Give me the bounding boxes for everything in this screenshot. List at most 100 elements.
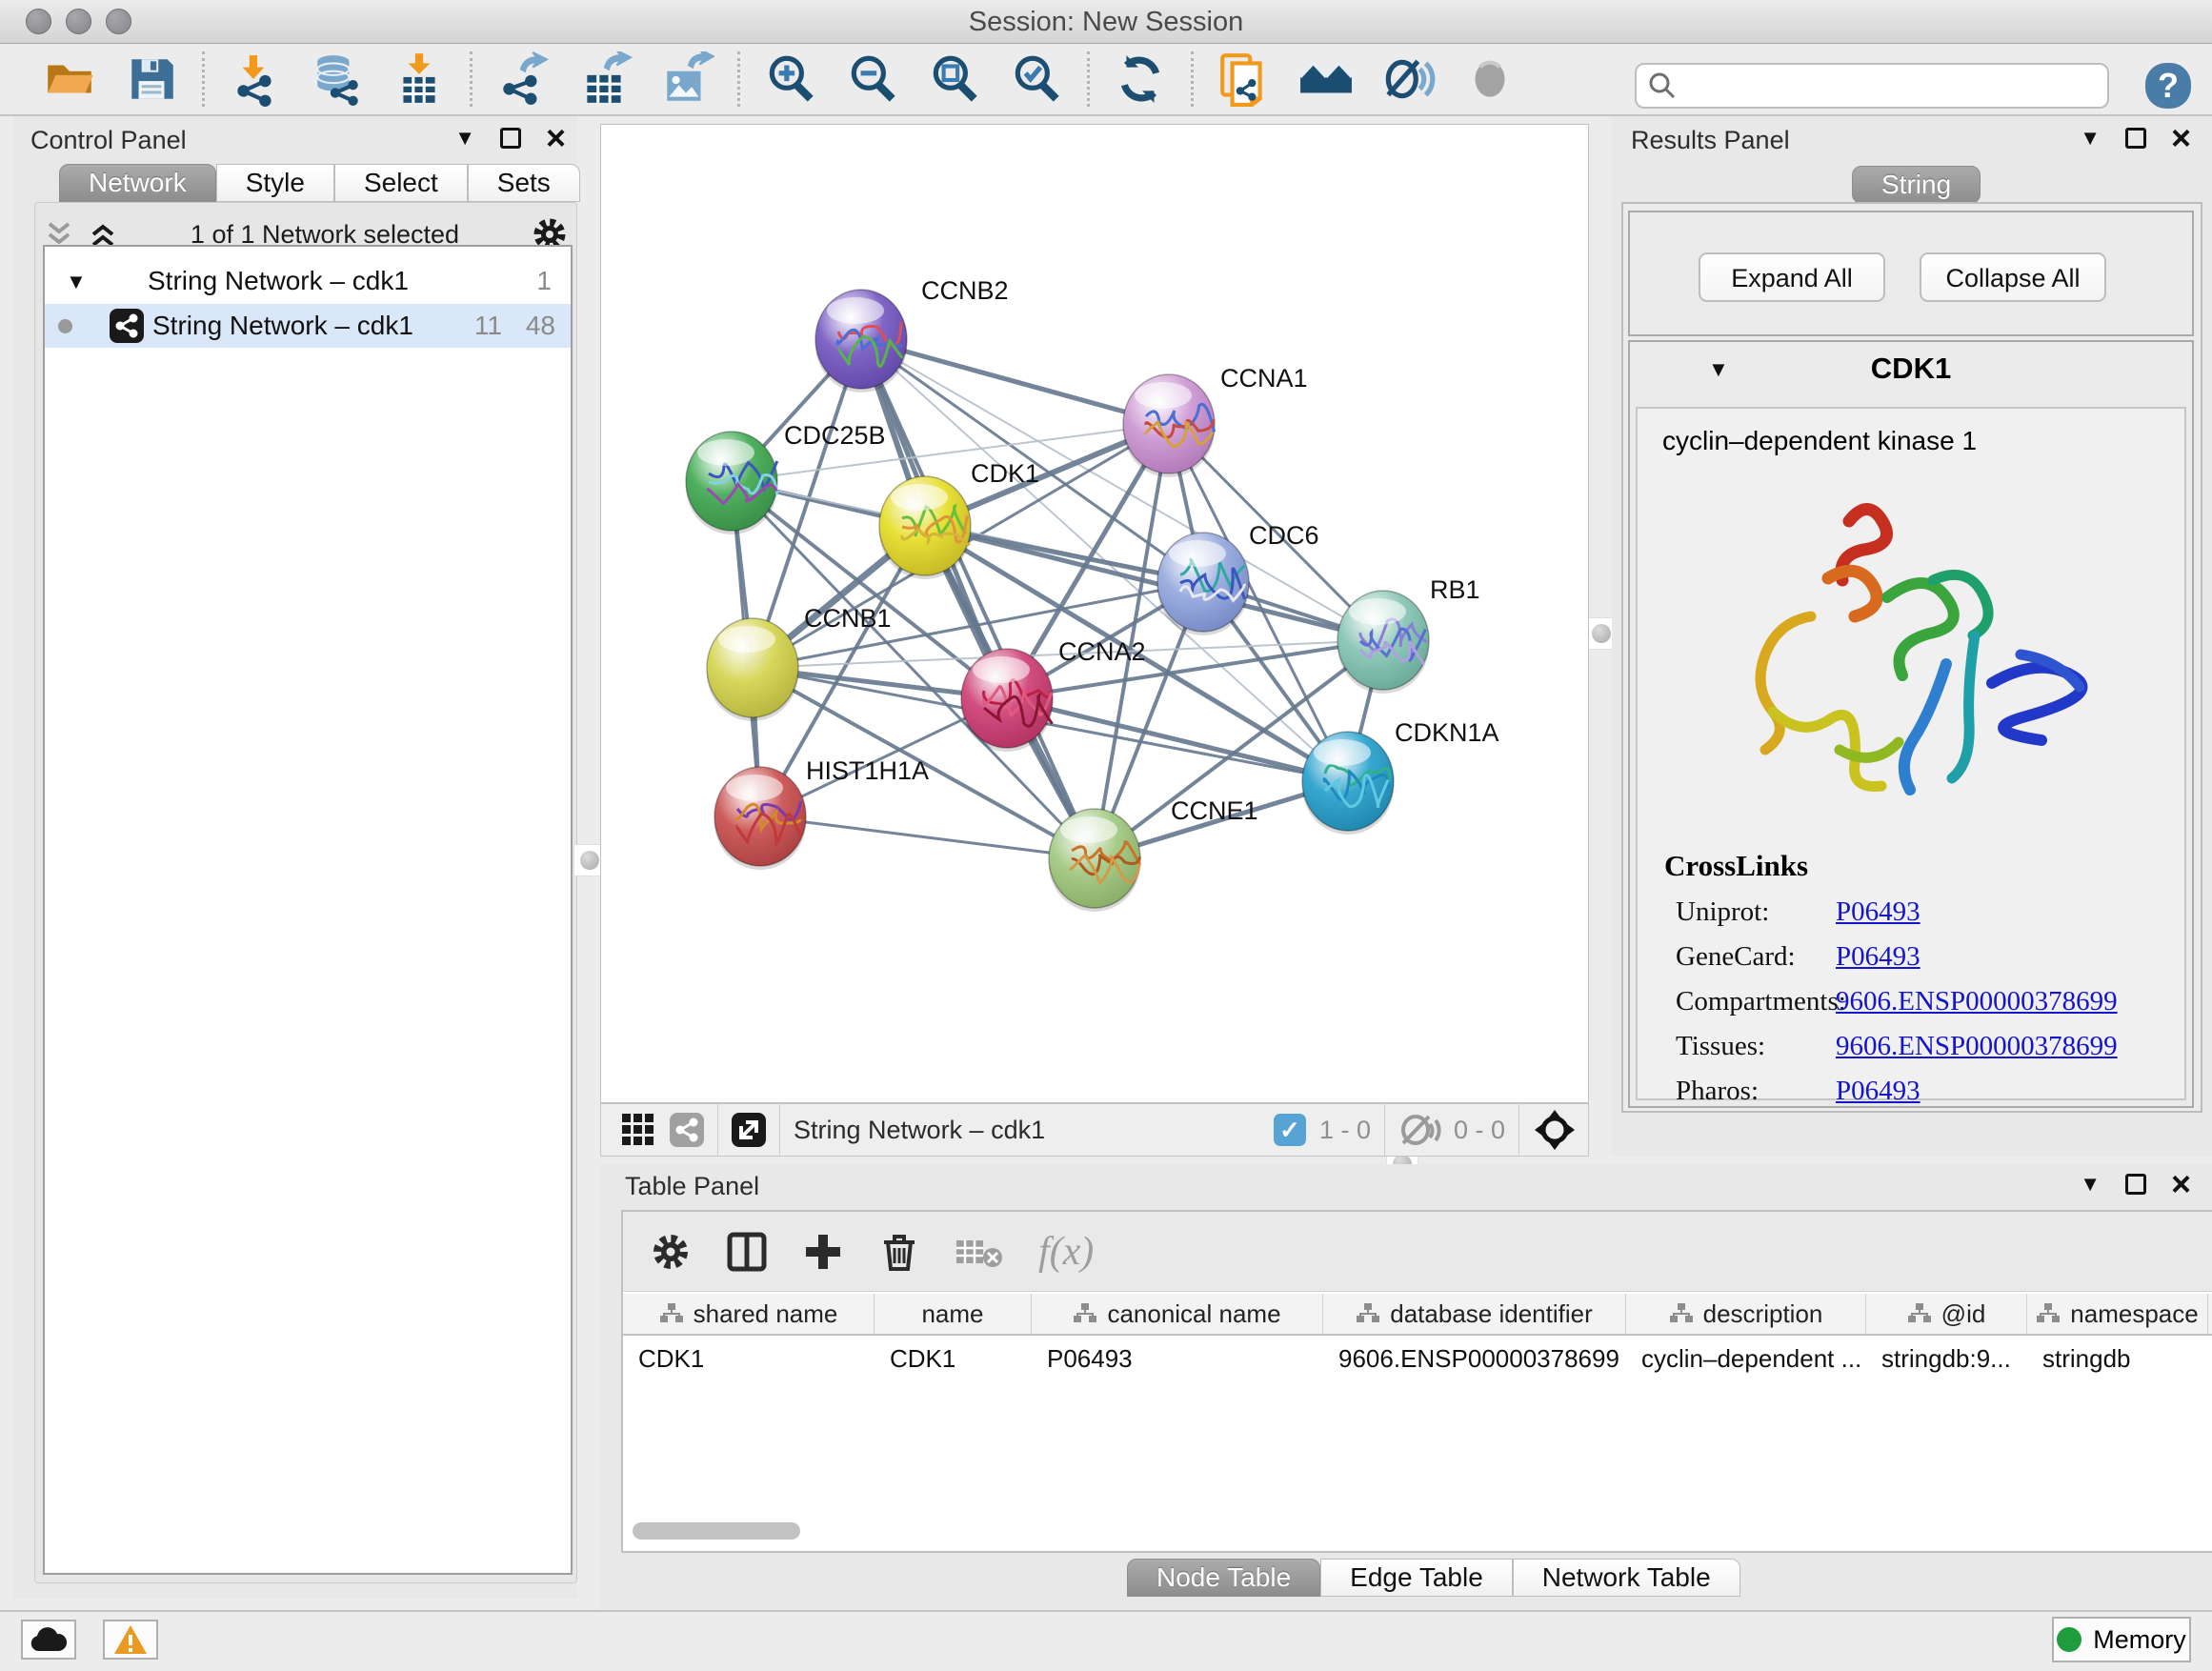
float-panel-icon[interactable] — [2125, 1174, 2146, 1195]
entry-name: CDK1 — [1630, 352, 2192, 386]
export-table-icon[interactable] — [577, 51, 633, 107]
export-network-icon[interactable] — [495, 51, 551, 107]
import-network-database-icon[interactable] — [310, 51, 365, 107]
zoom-out-icon[interactable] — [845, 51, 900, 107]
panel-menu-icon[interactable]: ▼ — [2080, 1172, 2101, 1197]
cloud-status-button[interactable] — [21, 1620, 76, 1660]
table-row[interactable]: CDK1CDK1P064939606.ENSP00000378699cyclin… — [623, 1338, 2212, 1379]
selected-checkbox-icon[interactable]: ✓ — [1274, 1114, 1306, 1146]
add-column-icon[interactable] — [802, 1231, 844, 1273]
detach-view-icon[interactable] — [732, 1113, 766, 1147]
tab-select[interactable]: Select — [334, 164, 468, 202]
memory-button[interactable]: Memory — [2052, 1617, 2191, 1662]
panel-menu-icon[interactable]: ▼ — [2080, 126, 2101, 151]
network-row-selected[interactable]: String Network – cdk1 11 48 — [45, 304, 571, 348]
close-panel-icon[interactable]: × — [546, 128, 566, 149]
float-panel-icon[interactable] — [500, 128, 521, 149]
column-header-database-identifier[interactable]: database identifier — [1323, 1294, 1626, 1334]
node-label-CCNA1: CCNA1 — [1220, 364, 1308, 393]
column-header-description[interactable]: description — [1626, 1294, 1866, 1334]
import-network-file-icon[interactable] — [228, 51, 283, 107]
tab-string[interactable]: String — [1852, 166, 1981, 204]
crosslink-link[interactable]: 9606.ENSP00000378699 — [1836, 1031, 2118, 1062]
zoom-selected-icon[interactable] — [1009, 51, 1064, 107]
table-cell[interactable]: 9606.ENSP00000378699 — [1323, 1338, 1626, 1379]
crosslink-link[interactable]: P06493 — [1836, 1076, 1920, 1107]
network-view-title: String Network – cdk1 — [794, 1116, 1045, 1145]
string-network-graph[interactable]: CCNB2CCNA1CDC25BCDK1CDC6RB1CCNB1CCNA2CDK… — [601, 125, 1588, 1102]
tab-sets[interactable]: Sets — [468, 164, 580, 202]
crosslink-link[interactable]: P06493 — [1836, 896, 1920, 928]
crosslink-link[interactable]: P06493 — [1836, 941, 1920, 973]
help-button[interactable]: ? — [2145, 63, 2191, 109]
show-eye-icon[interactable] — [1462, 51, 1518, 107]
hidden-eye-slash-icon[interactable] — [1398, 1113, 1442, 1147]
column-header-shared-name[interactable]: shared name — [623, 1294, 875, 1334]
edge-hist1h1a-ccne1[interactable] — [760, 816, 1095, 858]
zoom-fit-icon[interactable] — [927, 51, 982, 107]
collection-expander-icon[interactable]: ▼ — [66, 270, 87, 294]
node-label-CCNB1: CCNB1 — [804, 604, 892, 633]
tab-network-table[interactable]: Network Table — [1513, 1559, 1740, 1597]
table-cell[interactable]: stringdb — [2027, 1338, 2208, 1379]
string-home-icon[interactable] — [1298, 51, 1354, 107]
column-header-canonical-name[interactable]: canonical name — [1032, 1294, 1323, 1334]
hierarchy-icon — [1669, 1302, 1694, 1325]
refresh-layout-icon[interactable] — [1113, 51, 1168, 107]
tab-style[interactable]: Style — [216, 164, 334, 202]
float-panel-icon[interactable] — [2125, 128, 2146, 149]
export-image-icon[interactable] — [659, 51, 714, 107]
tab-network[interactable]: Network — [59, 164, 216, 202]
table-options-gear-icon[interactable] — [650, 1231, 692, 1273]
search-box[interactable] — [1635, 63, 2109, 109]
window-title: Session: New Session — [0, 7, 2212, 38]
node-CDK1[interactable]: CDK1 — [879, 459, 1039, 579]
network-collection-row[interactable]: ▼ String Network – cdk1 1 — [45, 266, 571, 304]
expand-all-button[interactable]: Expand All — [1699, 252, 1885, 302]
show-columns-icon[interactable] — [726, 1231, 768, 1273]
horizontal-scrollbar[interactable] — [633, 1522, 800, 1540]
column-header-namespace[interactable]: namespace — [2027, 1294, 2208, 1334]
delete-column-icon[interactable] — [878, 1231, 920, 1273]
search-input[interactable] — [1677, 67, 2107, 105]
node-HIST1H1A[interactable]: HIST1H1A — [714, 756, 929, 870]
copy-style-icon[interactable] — [1217, 51, 1272, 107]
table-cell[interactable]: stringdb:9... — [1866, 1338, 2027, 1379]
delete-table-icon[interactable] — [955, 1233, 1004, 1271]
node-label-CDKN1A: CDKN1A — [1395, 718, 1499, 747]
close-panel-icon[interactable]: × — [2171, 128, 2191, 149]
collapse-all-button[interactable]: Collapse All — [1920, 252, 2106, 302]
column-header-@id[interactable]: @id — [1866, 1294, 2027, 1334]
open-session-icon[interactable] — [42, 51, 97, 107]
hide-glasses-icon[interactable] — [1380, 51, 1436, 107]
function-builder-icon[interactable]: f(x) — [1038, 1229, 1094, 1275]
crosslink-link[interactable]: 9606.ENSP00000378699 — [1836, 986, 2118, 1017]
save-session-icon[interactable] — [124, 51, 179, 107]
node-CDKN1A[interactable]: CDKN1A — [1302, 718, 1499, 835]
protein-structure-image — [1706, 464, 2116, 845]
column-header-label: namespace — [2070, 1299, 2198, 1329]
node-CCNA1[interactable]: CCNA1 — [1123, 364, 1308, 477]
birds-eye-toggle-icon[interactable] — [1533, 1108, 1577, 1152]
view-grid-icon[interactable] — [620, 1112, 656, 1148]
table-cell[interactable]: cyclin–dependent ... — [1626, 1338, 1866, 1379]
table-cell[interactable]: CDK1 — [623, 1338, 875, 1379]
panel-menu-icon[interactable]: ▼ — [454, 126, 475, 151]
node-CDC25B[interactable]: CDC25B — [686, 421, 886, 534]
tab-edge-table[interactable]: Edge Table — [1320, 1559, 1513, 1597]
import-table-file-icon[interactable] — [392, 51, 447, 107]
view-network-icon[interactable] — [670, 1113, 704, 1147]
title-bar[interactable]: Session: New Session — [0, 0, 2212, 44]
table-cell[interactable]: P06493 — [1032, 1338, 1323, 1379]
node-RB1[interactable]: RB1 — [1337, 575, 1480, 694]
network-view-canvas[interactable]: CCNB2CCNA1CDC25BCDK1CDC6RB1CCNB1CCNA2CDK… — [600, 124, 1589, 1103]
zoom-in-icon[interactable] — [763, 51, 818, 107]
results-panel-title: Results Panel — [1631, 126, 1790, 155]
cloud-icon — [30, 1626, 68, 1653]
table-cell[interactable]: CDK1 — [875, 1338, 1032, 1379]
column-header-name[interactable]: name — [875, 1294, 1032, 1334]
tab-node-table[interactable]: Node Table — [1127, 1559, 1320, 1597]
hierarchy-icon — [1356, 1302, 1380, 1325]
close-panel-icon[interactable]: × — [2171, 1174, 2191, 1195]
warnings-button[interactable] — [103, 1620, 158, 1660]
